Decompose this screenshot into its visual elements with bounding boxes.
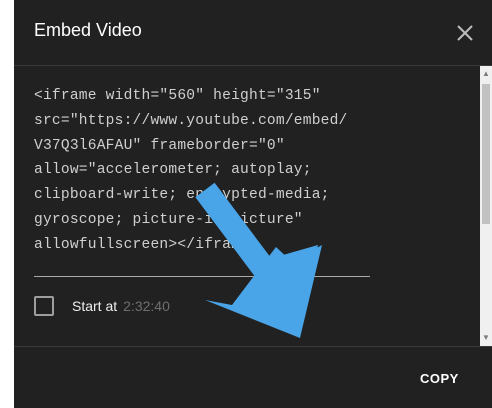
copy-button[interactable]: COPY bbox=[414, 367, 465, 390]
scrollbar-thumb[interactable] bbox=[482, 84, 490, 224]
dialog-body: <iframe width="560" height="315" src="htt… bbox=[14, 66, 492, 346]
embed-code-line: <iframe width="560" height="315" bbox=[34, 88, 321, 104]
start-at-row: Start at bbox=[34, 294, 194, 318]
embed-code-line: V37Q3l6AFAU" frameborder="0" bbox=[34, 137, 285, 154]
embed-code-line: gyroscope; picture-in-picture" bbox=[34, 211, 303, 228]
embed-code-line: clipboard-write; encrypted-media; bbox=[34, 187, 330, 204]
embed-code-text[interactable]: <iframe width="560" height="315" src="htt… bbox=[34, 84, 374, 258]
embed-code-line: allow="accelerometer; autoplay; bbox=[34, 162, 312, 179]
close-icon[interactable] bbox=[454, 22, 476, 44]
dialog-header: Embed Video bbox=[14, 0, 492, 66]
start-time-input[interactable] bbox=[123, 298, 194, 314]
embed-code-line: allowfullscreen></iframe> bbox=[34, 236, 258, 253]
scroll-up-arrow-icon[interactable]: ▲ bbox=[480, 68, 492, 80]
start-at-checkbox[interactable] bbox=[34, 296, 54, 316]
start-at-label: Start at bbox=[72, 298, 118, 314]
dialog-title: Embed Video bbox=[34, 20, 142, 40]
embed-video-dialog: Embed Video <iframe width="560" height="… bbox=[14, 0, 492, 408]
scroll-down-arrow-icon[interactable]: ▼ bbox=[480, 332, 492, 344]
dialog-footer: COPY bbox=[14, 346, 492, 408]
embed-code-line: src="https://www.youtube.com/embed/ bbox=[34, 112, 348, 129]
scrollbar[interactable]: ▲ ▼ bbox=[480, 66, 492, 346]
code-underline bbox=[34, 276, 370, 277]
